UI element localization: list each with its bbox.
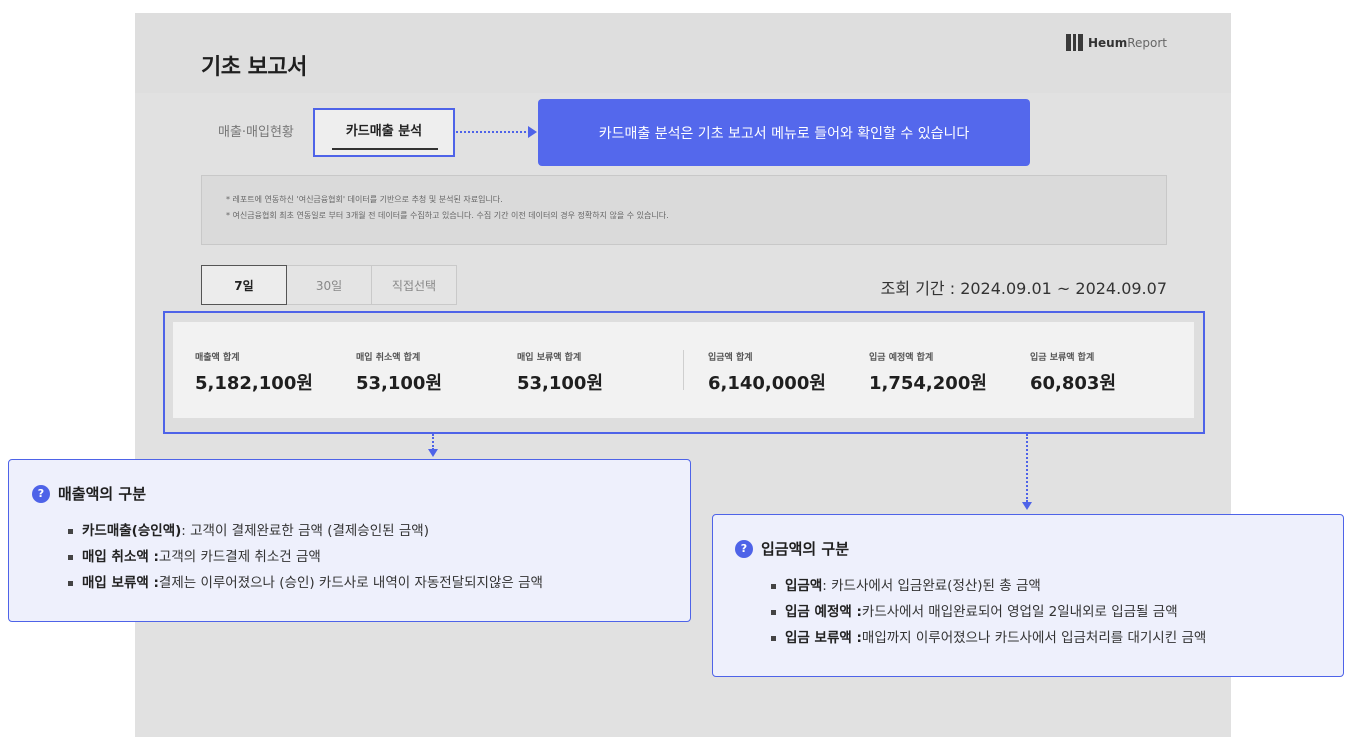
metric-sales-total: 매출액 합계 5,182,100원 xyxy=(195,350,313,395)
question-icon: ? xyxy=(32,484,50,503)
notice-box: * 레포트에 연동하신 '여신금융협회' 데이터를 기반으로 추청 및 분석된 … xyxy=(201,175,1167,245)
info-box-deposit: ? 입금액의 구분 입금액 : 카드사에서 입금완료(정산)된 총 금액 입금 … xyxy=(712,514,1344,677)
callout-tab-hint: 카드매출 분석은 기초 보고서 메뉴로 들어와 확인할 수 있습니다 xyxy=(538,99,1030,166)
metric-label: 입금 보류액 합계 xyxy=(1030,353,1095,363)
metric-divider xyxy=(683,350,684,390)
metric-value: 1,754,200원 xyxy=(869,373,987,394)
metric-purchase-cancel-total: 매입 취소액 합계 53,100원 xyxy=(356,350,442,395)
metric-value: 53,100원 xyxy=(517,373,604,394)
period-custom-button[interactable]: 직접선택 xyxy=(371,265,457,305)
info-term: 매입 취소액 : xyxy=(82,549,159,565)
metric-purchase-hold-total: 매입 보류액 합계 53,100원 xyxy=(517,350,603,395)
period-30days-button[interactable]: 30일 xyxy=(286,265,372,305)
list-item: 카드매출(승인액) : 고객이 결제완료한 금액 (결제승인된 금액) xyxy=(68,518,543,544)
info-desc: : 고객이 결제완료한 금액 (결제승인된 금액) xyxy=(181,523,429,539)
info-term: 카드매출(승인액) xyxy=(82,523,182,539)
notice-line: * 레포트에 연동하신 '여신금융협회' 데이터를 기반으로 추청 및 분석된 … xyxy=(226,195,503,204)
summary-highlight: 매출액 합계 5,182,100원 매입 취소액 합계 53,100원 매입 보… xyxy=(163,311,1205,434)
list-item: 입금 보류액 : 매입까지 이루어졌으나 카드사에서 입금처리를 대기시킨 금액 xyxy=(771,625,1206,651)
metric-label: 매출액 합계 xyxy=(195,353,240,363)
info-term: 매입 보류액 : xyxy=(82,575,159,591)
bullet-icon xyxy=(68,554,73,560)
period-selector: 7일 30일 직접선택 xyxy=(201,265,457,305)
list-item: 입금 예정액 : 카드사에서 매입완료되어 영업일 2일내외로 입금될 금액 xyxy=(771,599,1206,625)
metric-value: 53,100원 xyxy=(356,373,443,394)
metric-label: 매입 취소액 합계 xyxy=(356,353,421,363)
connector-deposit xyxy=(1026,434,1028,502)
metric-label: 입금액 합계 xyxy=(708,353,753,363)
info-list-sales: 카드매출(승인액) : 고객이 결제완료한 금액 (결제승인된 금액) 매입 취… xyxy=(68,518,543,596)
active-tab-underline xyxy=(332,148,438,150)
bullet-icon xyxy=(771,609,776,615)
list-item: 입금액 : 카드사에서 입금완료(정산)된 총 금액 xyxy=(771,573,1206,599)
metric-label: 매입 보류액 합계 xyxy=(517,353,582,363)
metric-value: 60,803원 xyxy=(1030,373,1117,394)
notice-line: * 여신금융협회 최초 연동일로 부터 3개월 전 데이터를 수집하고 있습니다… xyxy=(226,211,669,220)
connector-sales xyxy=(432,434,434,450)
info-title-deposit: ? 입금액의 구분 xyxy=(735,538,849,559)
bullet-icon xyxy=(771,635,776,641)
summary-card: 매출액 합계 5,182,100원 매입 취소액 합계 53,100원 매입 보… xyxy=(173,322,1194,418)
info-box-sales: ? 매출액의 구분 카드매출(승인액) : 고객이 결제완료한 금액 (결제승인… xyxy=(8,459,691,622)
period-7days-button[interactable]: 7일 xyxy=(201,265,287,305)
metric-value: 5,182,100원 xyxy=(195,373,313,394)
metric-label: 입금 예정액 합계 xyxy=(869,353,934,363)
bullet-icon xyxy=(68,580,73,586)
brand-name-strong: Heum xyxy=(1087,35,1128,50)
query-period-text: 조회 기간 : 2024.09.01 ~ 2024.09.07 xyxy=(880,279,1167,298)
info-desc: 결제는 이루어졌으나 (승인) 카드사로 내역이 자동전달되지않은 금액 xyxy=(158,575,543,591)
tab-card-sales-analysis[interactable]: 카드매출 분석 xyxy=(313,108,455,157)
list-item: 매입 취소액 : 고객의 카드결제 취소건 금액 xyxy=(68,544,543,570)
metric-deposit-total: 입금액 합계 6,140,000원 xyxy=(708,350,826,395)
page-title: 기초 보고서 xyxy=(201,55,307,80)
info-title-text: 입금액의 구분 xyxy=(761,540,850,558)
info-title-text: 매출액의 구분 xyxy=(58,485,147,503)
bullet-icon xyxy=(771,583,776,589)
info-desc: : 카드사에서 입금완료(정산)된 총 금액 xyxy=(822,578,1041,594)
heum-logo-icon xyxy=(1065,34,1083,51)
info-term: 입금 예정액 : xyxy=(785,604,862,620)
question-icon: ? xyxy=(735,539,753,558)
arrow-down-icon xyxy=(428,449,438,457)
info-desc: 고객의 카드결제 취소건 금액 xyxy=(158,549,321,565)
arrow-down-icon xyxy=(1022,502,1032,510)
list-item: 매입 보류액 : 결제는 이루어졌으나 (승인) 카드사로 내역이 자동전달되지… xyxy=(68,570,543,596)
info-desc: 카드사에서 매입완료되어 영업일 2일내외로 입금될 금액 xyxy=(861,604,1178,620)
metric-value: 6,140,000원 xyxy=(708,373,826,394)
info-title-sales: ? 매출액의 구분 xyxy=(32,483,146,504)
metric-deposit-hold-total: 입금 보류액 합계 60,803원 xyxy=(1030,350,1116,395)
info-desc: 매입까지 이루어졌으나 카드사에서 입금처리를 대기시킨 금액 xyxy=(861,630,1207,646)
callout-connector xyxy=(456,131,530,133)
bullet-icon xyxy=(68,528,73,534)
info-term: 입금 보류액 : xyxy=(785,630,862,646)
brand-name-light: Report xyxy=(1127,35,1167,50)
tab-card-sales-label: 카드매출 분석 xyxy=(345,124,423,139)
arrow-right-icon xyxy=(528,126,537,138)
info-term: 입금액 xyxy=(785,578,823,594)
brand-logo: HeumReport xyxy=(1065,34,1167,51)
metric-deposit-expected-total: 입금 예정액 합계 1,754,200원 xyxy=(869,350,987,395)
tab-sales-purchase[interactable]: 매출·매입현황 xyxy=(218,121,294,140)
info-list-deposit: 입금액 : 카드사에서 입금완료(정산)된 총 금액 입금 예정액 : 카드사에… xyxy=(771,573,1206,651)
